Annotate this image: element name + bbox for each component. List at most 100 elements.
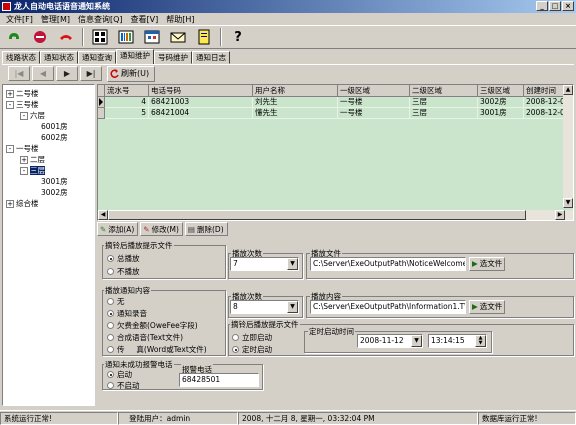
row-indicator xyxy=(98,108,105,119)
radio-no-play[interactable]: 不播放 xyxy=(107,266,140,277)
grid-cell[interactable]: 2008-12-05 xyxy=(524,97,565,108)
table-row[interactable]: 5 68421004 懂先生 一号楼 三层 3001房 2008-12-05 xyxy=(98,108,565,119)
minimize-button[interactable]: _ xyxy=(536,1,548,11)
radio-recording[interactable]: 通知录音 xyxy=(107,308,147,319)
grid-cell[interactable]: 3002房 xyxy=(478,97,524,108)
tab-notice-query[interactable]: 通知查询 xyxy=(78,51,116,64)
column-header[interactable]: 用户名称 xyxy=(253,85,338,97)
grid-cell[interactable]: 68421003 xyxy=(149,97,253,108)
radio-fax[interactable]: 传 真(Word或Text文件) xyxy=(107,344,207,355)
menu-view[interactable]: 查看[V] xyxy=(127,14,163,25)
scroll-left-icon[interactable]: ◀ xyxy=(98,210,108,220)
column-header[interactable]: 二级区域 xyxy=(410,85,478,97)
hangup-icon[interactable] xyxy=(56,27,76,47)
radio-start-now[interactable]: 立即启动 xyxy=(232,332,272,343)
refresh-button[interactable]: 刷新(U) xyxy=(107,65,155,82)
radio-alarm-on[interactable]: 启动 xyxy=(107,369,132,380)
choose-file-button[interactable]: ▶ 选文件 xyxy=(469,257,506,271)
tree-node[interactable]: + 二号楼 xyxy=(6,89,39,99)
status-user: 登陆用户：admin xyxy=(118,412,238,425)
menu-query[interactable]: 信息查询[Q] xyxy=(74,14,127,25)
tree-node[interactable]: 3001房 xyxy=(41,177,68,187)
tab-notice-status[interactable]: 通知状态 xyxy=(40,51,78,64)
stop-icon[interactable] xyxy=(30,27,50,47)
column-header[interactable]: 三级区域 xyxy=(478,85,524,97)
indicator-header xyxy=(98,85,105,97)
scroll-down-icon[interactable]: ▼ xyxy=(563,198,573,208)
help-icon[interactable]: ? xyxy=(228,27,248,47)
scroll-up-icon[interactable]: ▲ xyxy=(563,85,573,95)
grid-cell[interactable]: 4 xyxy=(105,97,149,108)
choose-content-button[interactable]: ▶ 选文件 xyxy=(469,300,506,314)
grid-vertical-scrollbar[interactable]: ▲ ▼ xyxy=(563,85,573,208)
grid-cell[interactable]: 三层 xyxy=(410,108,478,119)
column-header[interactable]: 流水号 xyxy=(105,85,149,97)
calendar-icon[interactable] xyxy=(142,27,162,47)
mail-icon[interactable] xyxy=(168,27,188,47)
grid-cell[interactable]: 2008-12-05 xyxy=(524,108,565,119)
status-system: 系统运行正常! xyxy=(0,412,118,425)
tree-node[interactable]: - 三号楼 xyxy=(6,100,39,110)
column-header[interactable]: 创建时间 xyxy=(524,85,565,97)
spin-icon: ▲ ▼ xyxy=(475,335,486,347)
edit-button[interactable]: ✎ 修改(M) xyxy=(140,222,183,236)
scroll-thumb[interactable] xyxy=(108,210,526,220)
next-record-button[interactable]: ▶ xyxy=(56,66,78,81)
tab-number-maintain[interactable]: 号码维护 xyxy=(154,51,192,64)
notebook-icon[interactable] xyxy=(194,27,214,47)
grid-cell[interactable]: 懂先生 xyxy=(253,108,338,119)
play-file-input[interactable]: C:\Server\ExeOutputPath\NoticeWelcome xyxy=(310,257,466,271)
delete-button[interactable]: ▤ 删除(D) xyxy=(184,222,228,236)
start-time-field[interactable]: 13:14:15 ▲ ▼ xyxy=(428,334,487,348)
scroll-right-icon[interactable]: ▶ xyxy=(555,210,565,220)
play-count-select-2[interactable]: 8 ▼ xyxy=(230,300,299,314)
add-button[interactable]: ✎ 添加(A) xyxy=(97,222,139,236)
tree-node[interactable]: + 二层 xyxy=(20,155,45,165)
play-count-select[interactable]: 7 ▼ xyxy=(230,257,299,271)
tree-node[interactable]: - 一号楼 xyxy=(6,144,39,154)
radio-owefee[interactable]: 欠费金额(OweFee字段) xyxy=(107,320,198,331)
grid-cell[interactable]: 一号楼 xyxy=(338,108,410,119)
menu-help[interactable]: 帮助[H] xyxy=(162,14,198,25)
app-icon xyxy=(2,2,11,11)
grid-cell[interactable]: 刘先生 xyxy=(253,97,338,108)
status-datetime: 2008, 十二月 8, 星期一, 03:32:04 PM xyxy=(238,412,478,425)
column-header[interactable]: 一级区域 xyxy=(338,85,410,97)
tab-notice-log[interactable]: 通知日志 xyxy=(192,51,230,64)
radio-play-all[interactable]: 总播放 xyxy=(107,253,140,264)
tree-node[interactable]: 6002房 xyxy=(41,133,68,143)
alarm-phone-input[interactable]: 68428501 xyxy=(179,373,259,387)
play-content-input[interactable]: C:\Server\ExeOutputPath\Information1.TW xyxy=(310,300,466,314)
grid-cell[interactable]: 68421004 xyxy=(149,108,253,119)
last-record-button[interactable]: ▶| xyxy=(80,66,102,81)
start-date-picker[interactable]: 2008-11-12 ▼ xyxy=(357,334,423,348)
building-icon[interactable] xyxy=(90,27,110,47)
tree-node[interactable]: + 综合楼 xyxy=(6,199,39,209)
menu-manage[interactable]: 管理[M] xyxy=(37,14,74,25)
tree-node[interactable]: 3002房 xyxy=(41,188,68,198)
tab-line-status[interactable]: 线路状态 xyxy=(2,51,40,64)
tab-notice-maintain[interactable]: 通知维护 xyxy=(116,49,154,64)
tree-node[interactable]: - 六层 xyxy=(20,111,45,121)
prev-record-button[interactable]: ◀ xyxy=(32,66,54,81)
grid-cell[interactable]: 3001房 xyxy=(478,108,524,119)
radio-alarm-off[interactable]: 不启动 xyxy=(107,380,140,391)
barcode-icon[interactable] xyxy=(116,27,136,47)
radio-none[interactable]: 无 xyxy=(107,296,125,307)
grid-horizontal-scrollbar[interactable]: ◀ ▶ xyxy=(98,210,573,220)
grid-cell[interactable]: 5 xyxy=(105,108,149,119)
grid-cell[interactable]: 一号楼 xyxy=(338,97,410,108)
toolbar-separator xyxy=(82,28,84,46)
tree-node-selected[interactable]: - 三层 xyxy=(20,166,45,176)
column-header[interactable]: 电话号码 xyxy=(149,85,253,97)
radio-tts[interactable]: 合成语音(Text文件) xyxy=(107,332,183,343)
menu-file[interactable]: 文件[F] xyxy=(2,14,37,25)
grid-cell[interactable]: 三层 xyxy=(410,97,478,108)
radio-start-timed[interactable]: 定时启动 xyxy=(232,344,272,355)
first-record-button[interactable]: |◀ xyxy=(8,66,30,81)
close-button[interactable]: × xyxy=(562,1,574,11)
dial-icon[interactable] xyxy=(4,27,24,47)
maximize-button[interactable]: □ xyxy=(549,1,561,11)
tree-node[interactable]: 6001房 xyxy=(41,122,68,132)
table-row[interactable]: 4 68421003 刘先生 一号楼 三层 3002房 2008-12-05 xyxy=(98,97,565,108)
